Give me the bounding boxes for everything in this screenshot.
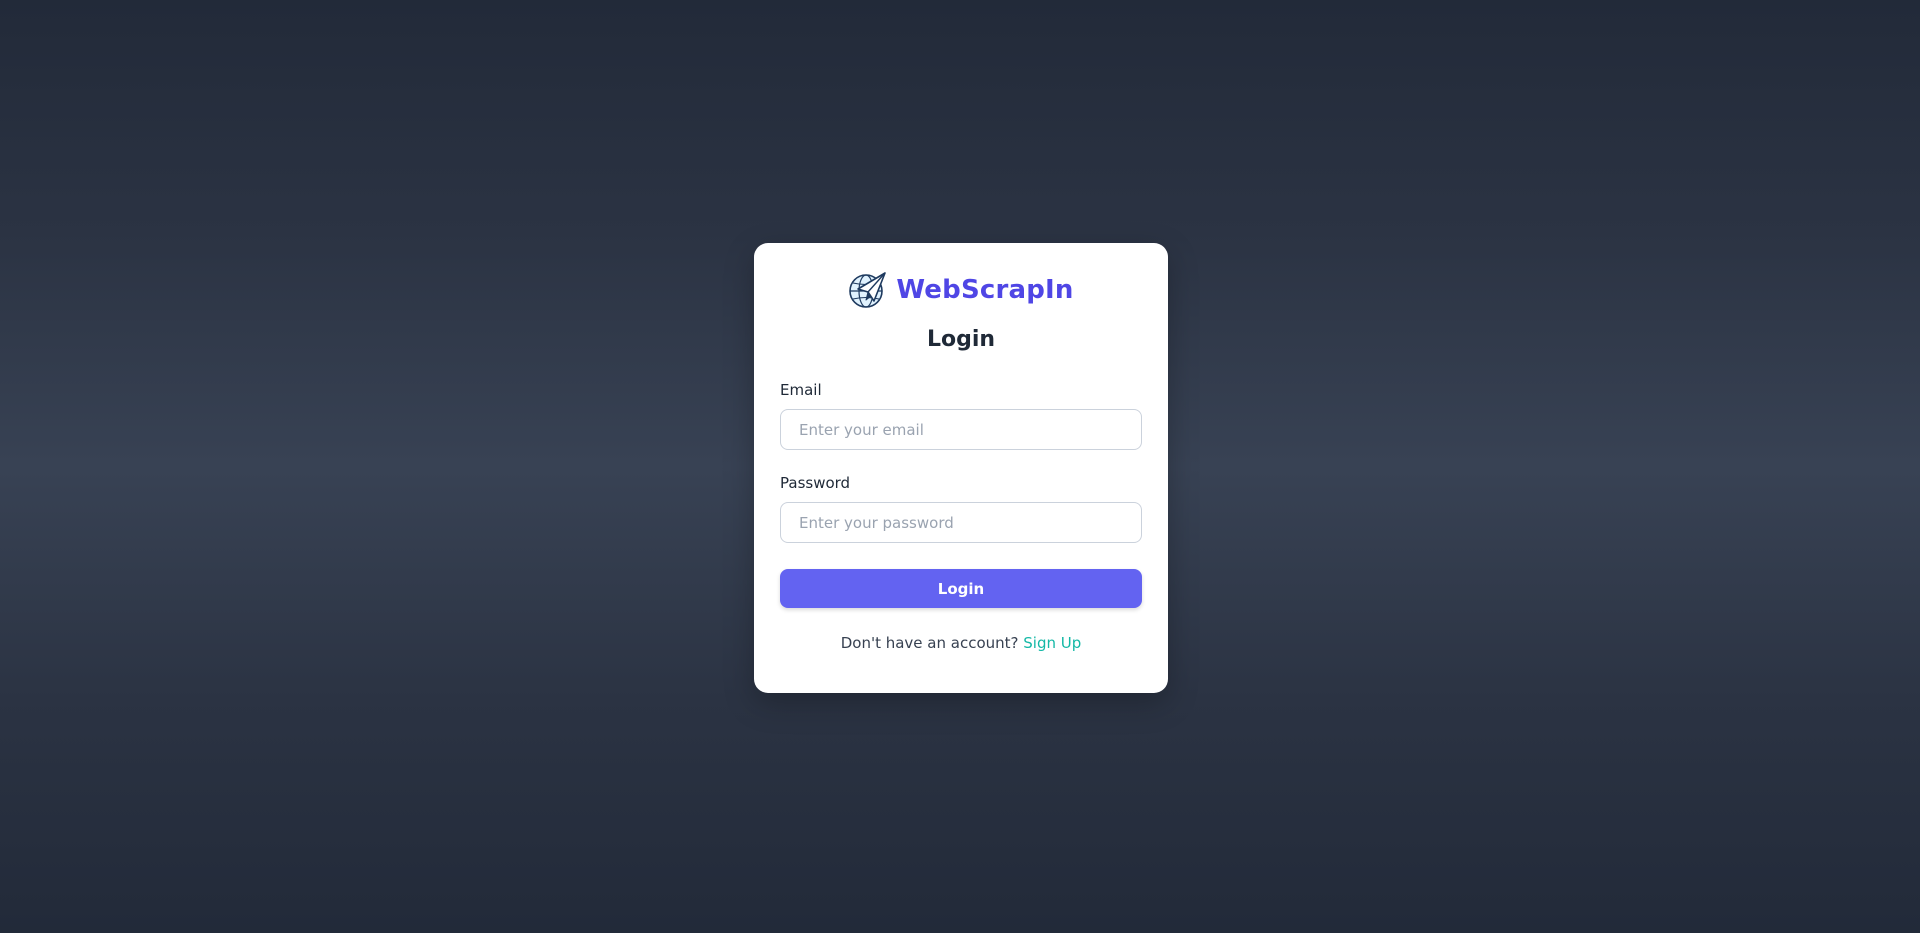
signup-prompt-text: Don't have an account? [840, 634, 1024, 652]
password-label: Password [780, 474, 851, 492]
login-button[interactable]: Login [780, 569, 1142, 608]
login-card: WebScrapIn Login Email Password Login Do… [754, 243, 1168, 693]
globe-paper-plane-icon [848, 271, 887, 309]
signup-prompt-row: Don't have an account? Sign Up [780, 634, 1142, 652]
brand-name: WebScrapIn [896, 275, 1074, 305]
brand-header: WebScrapIn [780, 271, 1142, 309]
email-input[interactable] [780, 409, 1142, 450]
password-input[interactable] [780, 502, 1142, 543]
login-title: Login [926, 327, 996, 352]
email-label: Email [780, 381, 822, 399]
signup-link[interactable]: Sign Up [1023, 634, 1081, 652]
